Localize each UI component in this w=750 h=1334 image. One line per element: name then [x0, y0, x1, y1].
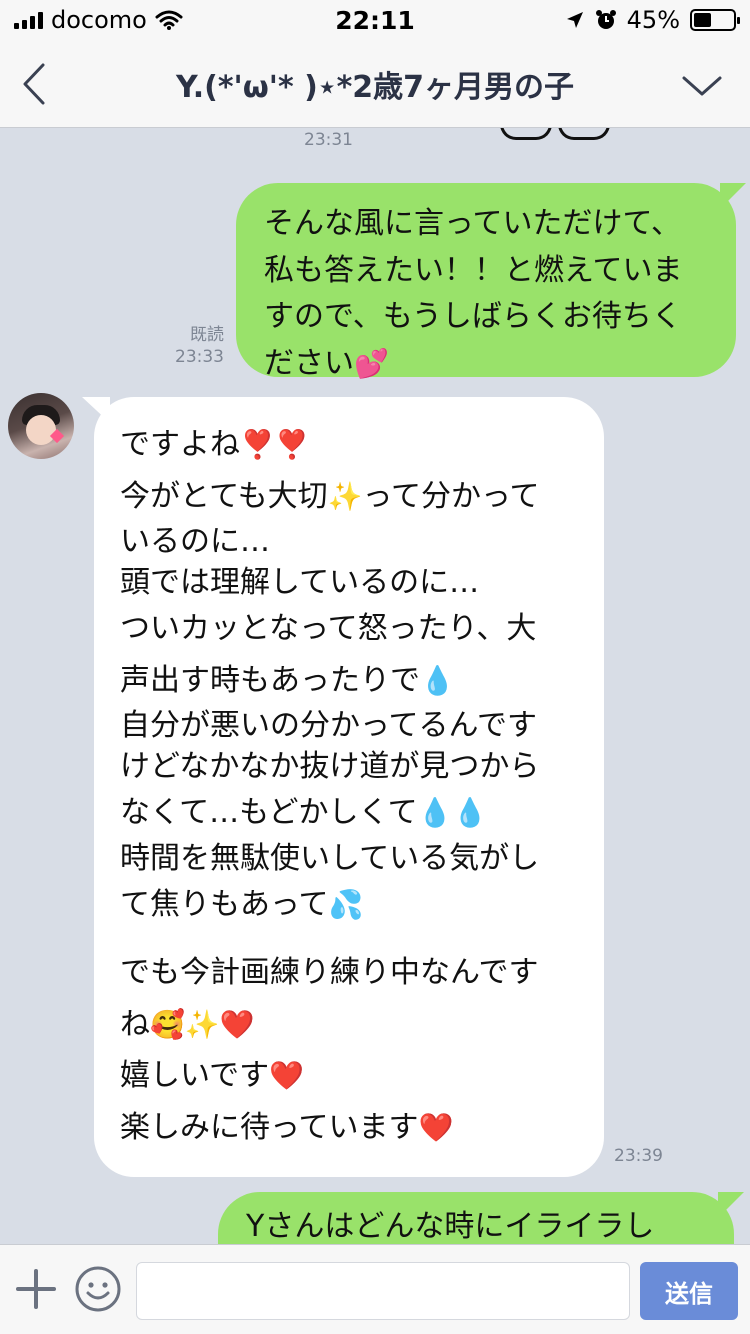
message-line: いるのに…	[120, 524, 270, 560]
avatar[interactable]	[8, 393, 74, 459]
send-button[interactable]: 送信	[640, 1262, 738, 1320]
sparkles-emoji: ✨	[327, 479, 363, 513]
message-line: て焦りもあって💦	[120, 879, 578, 931]
exclamation-heart-emoji: ❣️❣️	[240, 428, 310, 461]
sticker-fragment	[558, 128, 610, 140]
message-line: 頭では理解しているのに…	[120, 564, 480, 600]
message-time: 23:39	[614, 1146, 663, 1166]
message-text: 声出す時もあったりで	[120, 662, 420, 698]
chat-title: Y.(*'ω'* )⋆*2歳7ヶ月男の子	[175, 70, 575, 105]
droplet-emoji: 💧	[420, 663, 455, 697]
message-time: 23:33	[175, 347, 224, 367]
message-text: って分かって	[362, 478, 540, 514]
chat-header: Y.(*'ω'* )⋆*2歳7ヶ月男の子	[0, 40, 750, 128]
two-hearts-emoji: 💕	[354, 346, 389, 380]
message-text: ね	[120, 1006, 150, 1042]
status-right: 45%	[565, 6, 740, 34]
plus-icon[interactable]	[14, 1267, 58, 1311]
sweat-droplets-emoji: 💦	[328, 888, 364, 922]
message-line: けどなかなか抜け道が見つから	[120, 748, 540, 784]
message-line: なくて…もどかしくて💧💧	[120, 787, 578, 839]
menu-chevron-icon	[682, 76, 722, 96]
message-line: 嬉しいです❤️	[120, 1050, 578, 1102]
battery-percent: 45%	[626, 6, 680, 34]
message-text: なくて…もどかしくて	[120, 795, 418, 831]
red-heart-emoji: ❤️	[269, 1059, 304, 1093]
message-line: 今がとても大切✨って分かって	[120, 471, 578, 523]
outgoing-message[interactable]: Yさんはどんな時にイライラし	[218, 1192, 734, 1244]
message-line: すので、もうしばらくお待ちく	[264, 299, 682, 334]
message-text: ださい	[264, 345, 354, 381]
input-bar: 送信	[0, 1244, 750, 1334]
message-text: て焦りもあって	[120, 887, 329, 923]
read-label: 既読	[190, 325, 224, 345]
message-input[interactable]	[136, 1262, 630, 1320]
menu-toggle-button[interactable]	[678, 66, 726, 106]
message-line: 楽しみに待っています❤️	[120, 1102, 578, 1154]
alarm-icon	[595, 10, 616, 29]
message-time: 23:31	[304, 130, 353, 150]
message-line: ついカッとなって怒ったり、大	[120, 611, 537, 647]
message-text: 楽しみに待っています	[120, 1109, 419, 1145]
message-line: 自分が悪いの分かってるんです	[120, 708, 537, 744]
message-line: ださい💕	[264, 341, 708, 388]
message-line: 声出す時もあったりで💧	[120, 655, 578, 707]
sticker-fragment	[500, 128, 552, 140]
back-button[interactable]	[14, 60, 54, 108]
battery-level	[694, 13, 712, 27]
message-line: でも今計画練り練り中なんです	[120, 955, 539, 991]
message-line: 時間を無駄使いしている気がし	[120, 840, 540, 876]
message-text: ですよね	[120, 427, 240, 462]
message-line: 私も答えたい！！と燃えていま	[264, 252, 683, 288]
chat-area[interactable]: 23:31 既読 23:33 そんな風に言っていただけて、 私も答えたい！！と燃…	[0, 128, 750, 1244]
red-heart-emoji: ❤️	[418, 1110, 454, 1144]
incoming-message[interactable]: ですよね❣️❣️ 今がとても大切✨って分かって いるのに… 頭では理解しているの…	[94, 397, 604, 1177]
message-line: そんな風に言っていただけて、	[264, 206, 681, 241]
emoji-icon[interactable]	[74, 1265, 122, 1313]
message-text: 今がとても大切	[120, 478, 328, 514]
message-line: ね🥰✨❤️	[120, 999, 578, 1051]
read-status: 既読 23:33	[150, 324, 224, 368]
status-bar: docomo 22:11 45%	[0, 0, 750, 40]
message-text: 嬉しいです	[120, 1058, 270, 1094]
droplet-emoji: 💧💧	[417, 796, 488, 830]
message-line: Yさんはどんな時にイライラし	[246, 1209, 655, 1244]
battery-icon	[690, 9, 740, 31]
smiling-hearts-emoji: 🥰✨❤️	[150, 1007, 255, 1041]
location-icon	[566, 12, 583, 28]
back-chevron-icon	[23, 63, 45, 105]
message-line: ですよね❣️❣️	[120, 419, 578, 471]
outgoing-message[interactable]: そんな風に言っていただけて、 私も答えたい！！と燃えていま すので、もうしばらく…	[236, 183, 736, 381]
